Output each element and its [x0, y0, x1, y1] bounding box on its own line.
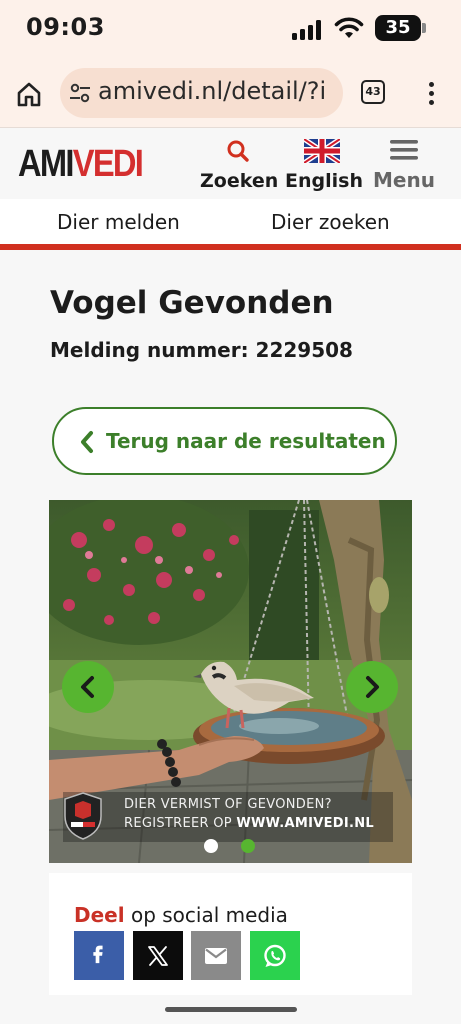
watermark-site: WWW.AMIVEDI.NL	[236, 816, 374, 831]
signal-icon	[292, 20, 326, 40]
carousel-dot-1[interactable]	[204, 839, 218, 853]
uk-flag-icon	[302, 136, 342, 166]
site-settings-icon[interactable]	[69, 83, 91, 103]
search-button[interactable]: Zoeken	[200, 139, 279, 192]
site-logo[interactable]: AMIVEDI	[18, 143, 144, 186]
chevron-left-icon	[81, 676, 94, 698]
photo-watermark: DIER VERMIST OF GEVONDEN? REGISTREER OP …	[63, 792, 393, 842]
share-title-rest: op social media	[124, 903, 288, 927]
menu-label: Menu	[373, 168, 435, 192]
language-button[interactable]: English	[285, 136, 363, 192]
previous-photo-button[interactable]	[62, 661, 114, 713]
share-title: Deel op social media	[74, 903, 288, 927]
search-icon	[227, 140, 249, 162]
subnav-divider	[0, 244, 461, 250]
amivedi-badge-icon	[64, 792, 102, 840]
back-to-results-label: Terug naar de resultaten	[106, 429, 386, 453]
report-animal-link[interactable]: Dier melden	[57, 210, 180, 234]
logo-ami: AMI	[18, 143, 74, 185]
whatsapp-icon	[264, 944, 286, 967]
site-header: AMIVEDI Zoeken English Menu	[0, 129, 461, 199]
photo-carousel[interactable]: DIER VERMIST OF GEVONDEN? REGISTREER OP …	[49, 500, 412, 863]
chevron-right-icon	[366, 676, 379, 698]
watermark-text-2: REGISTREER OP WWW.AMIVEDI.NL	[124, 816, 374, 831]
report-number: Melding nummer: 2229508	[50, 338, 353, 362]
menu-button[interactable]: Menu	[371, 139, 437, 192]
watermark-text-1: DIER VERMIST OF GEVONDEN?	[124, 797, 332, 812]
browser-toolbar: amivedi.nl/detail/?i 43	[0, 58, 461, 128]
chevron-left-icon	[81, 431, 93, 453]
share-facebook-button[interactable]	[74, 931, 124, 980]
carousel-dot-2[interactable]	[241, 839, 255, 853]
next-photo-button[interactable]	[346, 661, 398, 713]
email-icon	[205, 948, 227, 964]
tabs-icon[interactable]: 43	[361, 80, 385, 104]
page-title: Vogel Gevonden	[50, 285, 334, 321]
address-bar[interactable]: amivedi.nl/detail/?i	[60, 68, 343, 118]
battery-icon: 35	[375, 15, 421, 41]
share-whatsapp-button[interactable]	[250, 931, 300, 980]
search-animal-link[interactable]: Dier zoeken	[271, 210, 390, 234]
language-label: English	[285, 170, 363, 192]
status-time: 09:03	[26, 13, 105, 41]
search-label: Zoeken	[200, 170, 279, 192]
logo-vedi: VEDI	[72, 143, 144, 185]
home-icon[interactable]	[14, 79, 44, 109]
share-email-button[interactable]	[191, 931, 241, 980]
battery-percentage: 35	[385, 17, 411, 38]
wifi-icon	[334, 17, 364, 38]
x-icon	[148, 946, 168, 966]
hamburger-icon	[390, 140, 418, 160]
tab-count: 43	[365, 85, 381, 98]
home-indicator[interactable]	[165, 1007, 297, 1012]
share-x-button[interactable]	[133, 931, 183, 980]
back-to-results-button[interactable]: Terug naar de resultaten	[52, 407, 397, 475]
facebook-icon	[93, 945, 103, 964]
watermark-prefix: REGISTREER OP	[124, 816, 237, 831]
more-vert-icon[interactable]	[422, 79, 442, 109]
battery-cap	[422, 23, 426, 33]
share-card: Deel op social media	[49, 873, 412, 995]
url-text[interactable]: amivedi.nl/detail/?i	[98, 77, 326, 105]
share-title-bold: Deel	[74, 903, 125, 927]
sub-navigation: Dier melden Dier zoeken	[0, 199, 461, 245]
status-bar: 09:03 35	[0, 0, 461, 58]
